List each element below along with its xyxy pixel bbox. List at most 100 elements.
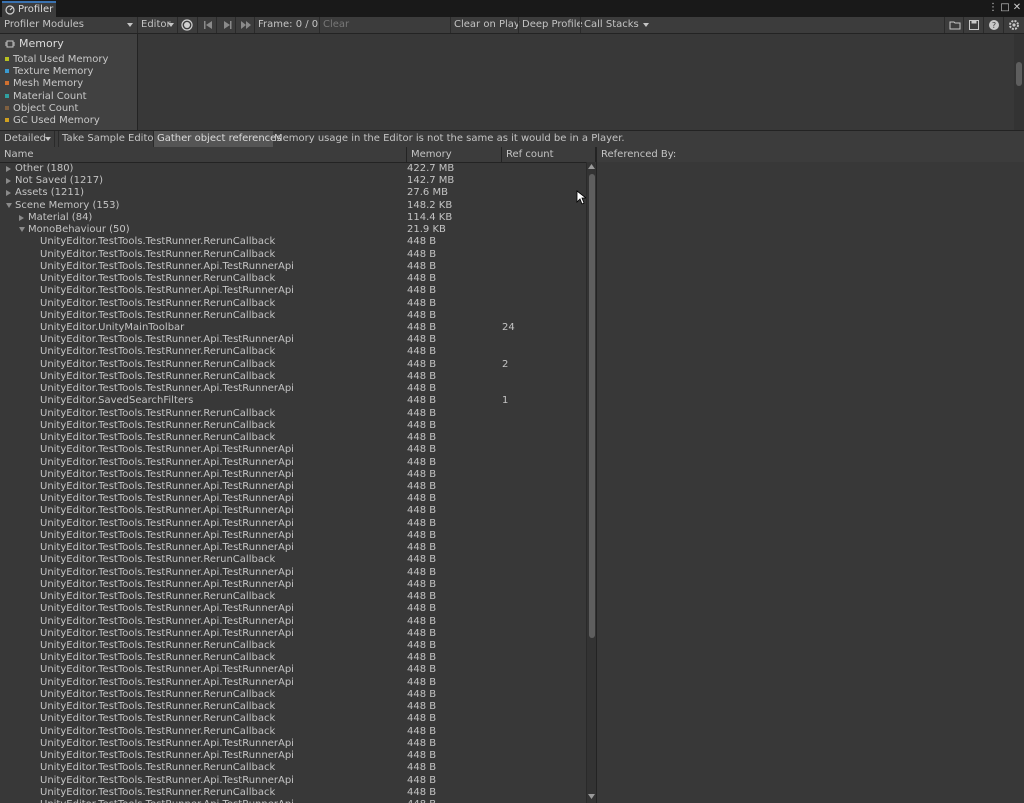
- view-mode-dropdown[interactable]: Detailed: [0, 131, 55, 147]
- table-row[interactable]: UnityEditor.TestTools.TestRunner.RerunCa…: [0, 432, 586, 444]
- mouse-cursor-icon: [576, 190, 586, 205]
- table-row[interactable]: UnityEditor.TestTools.TestRunner.RerunCa…: [0, 762, 586, 774]
- table-row[interactable]: UnityEditor.TestTools.TestRunner.Api.Tes…: [0, 799, 586, 803]
- table-row[interactable]: UnityEditor.TestTools.TestRunner.Api.Tes…: [0, 457, 586, 469]
- scroll-up-icon[interactable]: [588, 164, 595, 169]
- column-name[interactable]: Name: [0, 147, 407, 162]
- column-memory[interactable]: Memory: [407, 147, 502, 162]
- table-row[interactable]: UnityEditor.TestTools.TestRunner.Api.Tes…: [0, 261, 586, 273]
- next-frame-button[interactable]: [216, 17, 237, 33]
- table-row[interactable]: UnityEditor.TestTools.TestRunner.Api.Tes…: [0, 775, 586, 787]
- settings-button[interactable]: [1003, 17, 1024, 33]
- profiler-modules-dropdown[interactable]: Profiler Modules: [0, 17, 135, 33]
- table-row[interactable]: UnityEditor.TestTools.TestRunner.RerunCa…: [0, 310, 586, 322]
- table-row[interactable]: UnityEditor.TestTools.TestRunner.Api.Tes…: [0, 505, 586, 517]
- table-row[interactable]: UnityEditor.TestTools.TestRunner.RerunCa…: [0, 249, 586, 261]
- legend-item[interactable]: Mesh Memory: [5, 78, 83, 90]
- table-row[interactable]: UnityEditor.TestTools.TestRunner.Api.Tes…: [0, 579, 586, 591]
- table-row[interactable]: UnityEditor.TestTools.TestRunner.Api.Tes…: [0, 334, 586, 346]
- legend-item[interactable]: GC Used Memory: [5, 115, 100, 127]
- clear-on-play-button[interactable]: Clear on Play: [450, 17, 521, 33]
- take-sample-button[interactable]: Take Sample Editor: [58, 131, 158, 147]
- foldout-expanded-icon[interactable]: [19, 227, 25, 233]
- maximize-icon[interactable]: □: [999, 2, 1011, 14]
- table-row[interactable]: UnityEditor.TestTools.TestRunner.RerunCa…: [0, 591, 586, 603]
- table-row[interactable]: UnityEditor.TestTools.TestRunner.RerunCa…: [0, 408, 586, 420]
- save-button[interactable]: [963, 17, 984, 33]
- table-row[interactable]: UnityEditor.TestTools.TestRunner.Api.Tes…: [0, 750, 586, 762]
- memory-module-panel[interactable]: Memory Total Used Memory Texture Memory Me…: [0, 34, 138, 130]
- table-row[interactable]: UnityEditor.TestTools.TestRunner.RerunCa…: [0, 359, 586, 371]
- foldout-collapsed-icon[interactable]: [6, 178, 11, 185]
- table-row[interactable]: UnityEditor.UnityMainToolbar 448 B 24: [0, 322, 586, 334]
- table-row[interactable]: UnityEditor.TestTools.TestRunner.RerunCa…: [0, 787, 586, 799]
- foldout-expanded-icon[interactable]: [6, 202, 12, 208]
- foldout-collapsed-icon[interactable]: [6, 166, 11, 172]
- table-row[interactable]: UnityEditor.TestTools.TestRunner.RerunCa…: [0, 640, 586, 652]
- call-stacks-dropdown[interactable]: Call Stacks: [580, 17, 655, 33]
- legend-item[interactable]: Object Count: [5, 103, 78, 115]
- tree-scrollbar-thumb[interactable]: [589, 174, 595, 638]
- table-row[interactable]: UnityEditor.TestTools.TestRunner.RerunCa…: [0, 726, 586, 738]
- table-row[interactable]: UnityEditor.TestTools.TestRunner.Api.Tes…: [0, 518, 586, 530]
- record-button[interactable]: [177, 17, 196, 33]
- table-row[interactable]: UnityEditor.TestTools.TestRunner.RerunCa…: [0, 273, 586, 285]
- chart-scrollbar[interactable]: [1014, 34, 1024, 130]
- target-dropdown[interactable]: Editor: [137, 17, 176, 33]
- table-row[interactable]: UnityEditor.TestTools.TestRunner.Api.Tes…: [0, 738, 586, 750]
- table-row[interactable]: UnityEditor.TestTools.TestRunner.Api.Tes…: [0, 616, 586, 628]
- table-row[interactable]: UnityEditor.TestTools.TestRunner.Api.Tes…: [0, 567, 586, 579]
- deep-profile-button[interactable]: Deep Profile: [518, 17, 583, 33]
- table-row[interactable]: MonoBehaviour (50) 21.9 KB: [0, 224, 586, 236]
- table-row[interactable]: UnityEditor.TestTools.TestRunner.RerunCa…: [0, 689, 586, 701]
- legend-item[interactable]: Total Used Memory: [5, 54, 108, 66]
- table-row[interactable]: UnityEditor.TestTools.TestRunner.Api.Tes…: [0, 603, 586, 615]
- table-row[interactable]: UnityEditor.TestTools.TestRunner.Api.Tes…: [0, 444, 586, 456]
- table-row[interactable]: Assets (1211) 27.6 MB: [0, 187, 586, 199]
- table-row[interactable]: UnityEditor.TestTools.TestRunner.RerunCa…: [0, 554, 586, 566]
- table-row[interactable]: UnityEditor.TestTools.TestRunner.Api.Tes…: [0, 664, 586, 676]
- table-row[interactable]: UnityEditor.TestTools.TestRunner.RerunCa…: [0, 713, 586, 725]
- profiler-toolbar: Profiler Modules Editor Frame: 0 / 0 Cle…: [0, 17, 1024, 34]
- table-row[interactable]: UnityEditor.TestTools.TestRunner.RerunCa…: [0, 236, 586, 248]
- memory-chart[interactable]: [138, 34, 1014, 130]
- first-frame-button[interactable]: [197, 17, 218, 33]
- table-row[interactable]: Not Saved (1217) 142.7 MB: [0, 175, 586, 187]
- table-row[interactable]: UnityEditor.TestTools.TestRunner.RerunCa…: [0, 346, 586, 358]
- table-row[interactable]: UnityEditor.TestTools.TestRunner.RerunCa…: [0, 298, 586, 310]
- legend-item[interactable]: Texture Memory: [5, 66, 93, 78]
- table-row[interactable]: UnityEditor.TestTools.TestRunner.RerunCa…: [0, 652, 586, 664]
- foldout-collapsed-icon[interactable]: [19, 214, 24, 221]
- table-row[interactable]: Material (84) 114.4 KB: [0, 212, 586, 224]
- close-icon[interactable]: ✕: [1011, 2, 1023, 14]
- table-row[interactable]: UnityEditor.TestTools.TestRunner.RerunCa…: [0, 420, 586, 432]
- table-row[interactable]: UnityEditor.TestTools.TestRunner.Api.Tes…: [0, 628, 586, 640]
- table-row[interactable]: Other (180) 422.7 MB: [0, 163, 586, 175]
- chart-scrollbar-thumb[interactable]: [1016, 62, 1022, 86]
- tree-scrollbar[interactable]: [586, 162, 596, 803]
- table-row[interactable]: UnityEditor.TestTools.TestRunner.Api.Tes…: [0, 481, 586, 493]
- foldout-collapsed-icon[interactable]: [6, 190, 11, 197]
- table-row[interactable]: Scene Memory (153) 148.2 KB: [0, 200, 586, 212]
- table-row[interactable]: UnityEditor.TestTools.TestRunner.RerunCa…: [0, 371, 586, 383]
- table-row[interactable]: UnityEditor.TestTools.TestRunner.RerunCa…: [0, 701, 586, 713]
- column-ref-count[interactable]: Ref count: [502, 147, 596, 162]
- table-row[interactable]: UnityEditor.TestTools.TestRunner.Api.Tes…: [0, 530, 586, 542]
- profiler-modules-label: Profiler Modules: [4, 19, 84, 30]
- table-row[interactable]: UnityEditor.SavedSearchFilters 448 B 1: [0, 395, 586, 407]
- gather-references-toggle[interactable]: Gather object references: [153, 131, 282, 147]
- table-row[interactable]: UnityEditor.TestTools.TestRunner.Api.Tes…: [0, 285, 586, 297]
- help-button[interactable]: ?: [983, 17, 1004, 33]
- window-menu-icon[interactable]: ⋮: [987, 2, 999, 14]
- table-row[interactable]: UnityEditor.TestTools.TestRunner.Api.Tes…: [0, 493, 586, 505]
- profiler-tab[interactable]: Profiler: [2, 1, 56, 17]
- table-row[interactable]: UnityEditor.TestTools.TestRunner.Api.Tes…: [0, 677, 586, 689]
- table-row[interactable]: UnityEditor.TestTools.TestRunner.Api.Tes…: [0, 469, 586, 481]
- legend-item[interactable]: Material Count: [5, 91, 87, 103]
- table-row[interactable]: UnityEditor.TestTools.TestRunner.Api.Tes…: [0, 383, 586, 395]
- table-row[interactable]: UnityEditor.TestTools.TestRunner.Api.Tes…: [0, 542, 586, 554]
- clear-button[interactable]: Clear: [319, 17, 356, 33]
- load-button[interactable]: [944, 17, 965, 33]
- scroll-down-icon[interactable]: [588, 794, 595, 799]
- last-frame-button[interactable]: [235, 17, 256, 33]
